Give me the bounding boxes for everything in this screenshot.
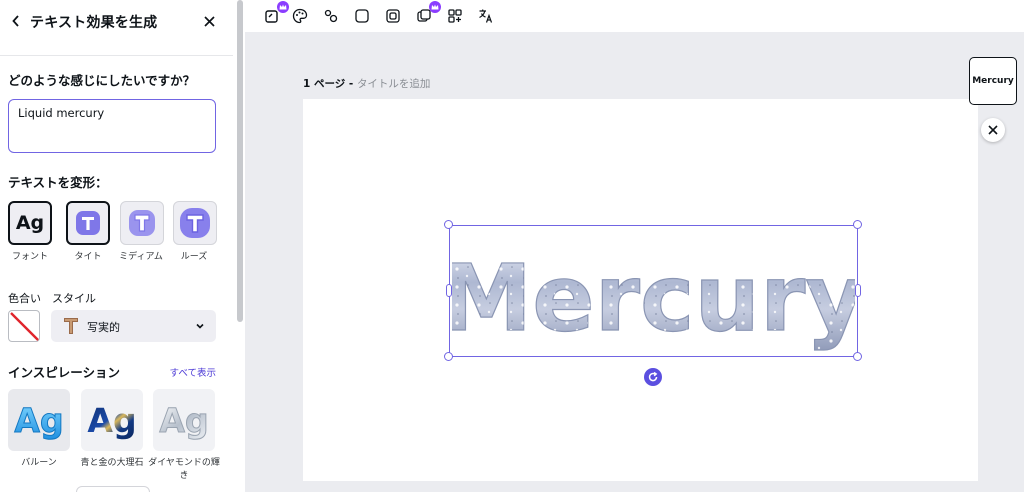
- scroll-thumb[interactable]: [237, 0, 243, 322]
- transform-glyph: Ag: [15, 212, 45, 234]
- inspiration-label-marble: 青と金の大理石: [80, 458, 144, 468]
- diamond-preview: Ag: [159, 401, 209, 441]
- editor-toolbar: [245, 0, 1024, 32]
- premium-crown-icon: [429, 1, 441, 13]
- color-palette-button[interactable]: [289, 5, 311, 27]
- inspiration-balloon[interactable]: Ag: [8, 389, 70, 451]
- tight-t-icon: [76, 211, 100, 235]
- grid-icon: [448, 9, 462, 23]
- shape-button[interactable]: [351, 5, 373, 27]
- text-effect-thumbnail[interactable]: Mercury: [969, 57, 1017, 105]
- text-effects-panel: テキスト効果を生成 どのような感じにしたいですか？ Liquid mercury…: [0, 0, 233, 492]
- prompt-question: どのような感じにしたいですか？: [8, 73, 196, 88]
- page-separator: -: [345, 78, 357, 90]
- diamond-glyph: Ag: [159, 401, 208, 440]
- transform-option-medium[interactable]: [120, 201, 164, 245]
- see-all-link[interactable]: すべて表示: [170, 365, 216, 379]
- inspiration-diamond-sparkle[interactable]: Ag: [153, 389, 215, 451]
- inspiration-label-balloon: バルーン: [21, 458, 57, 468]
- close-panel-button[interactable]: [199, 11, 219, 31]
- divider: [0, 55, 233, 56]
- magic-edit-button[interactable]: [261, 1, 289, 27]
- effects-button[interactable]: [320, 5, 342, 27]
- layers-button[interactable]: [413, 1, 441, 27]
- transform-label-medium: ミディアム: [119, 252, 163, 262]
- transform-label-tight: タイト: [74, 252, 102, 262]
- frame-icon: [386, 9, 400, 23]
- transform-label: テキストを変形：: [8, 175, 108, 190]
- resize-handle-left[interactable]: [446, 284, 452, 297]
- arrange-button[interactable]: [444, 5, 466, 27]
- style-label: スタイル: [52, 292, 96, 305]
- frame-button[interactable]: [382, 5, 404, 27]
- page-title-input[interactable]: タイトルを追加: [357, 78, 431, 90]
- medium-t-icon: [129, 210, 155, 236]
- rotate-icon: [648, 371, 658, 382]
- transform-option-font[interactable]: Ag: [8, 201, 52, 245]
- page-label: 1 ページ - タイトルを追加: [303, 76, 430, 91]
- premium-crown-icon: [277, 1, 289, 13]
- page-number: 1 ページ: [303, 78, 346, 90]
- translate-button[interactable]: [475, 5, 497, 27]
- style-dropdown[interactable]: 写実的: [51, 310, 216, 342]
- resize-handle-bottom-left[interactable]: [444, 352, 453, 361]
- close-preview-button[interactable]: [981, 118, 1005, 142]
- balloon-preview: Ag: [14, 401, 64, 441]
- color-label: 色合い: [8, 292, 41, 305]
- close-icon: [203, 15, 215, 27]
- no-color-icon: [10, 312, 39, 341]
- inspiration-label: インスピレーション: [8, 365, 121, 380]
- chevron-down-icon: [196, 323, 204, 329]
- transform-option-tight[interactable]: [66, 201, 110, 245]
- color-swatch-none[interactable]: [8, 310, 40, 342]
- panel-title: テキスト効果を生成: [30, 15, 158, 31]
- transform-label-font: フォント: [11, 252, 48, 262]
- resize-handle-bottom-right[interactable]: [853, 352, 862, 361]
- resize-handle-right[interactable]: [855, 284, 861, 297]
- inspiration-blue-gold-marble[interactable]: Ag: [81, 389, 143, 451]
- realistic-t-icon: [64, 318, 78, 334]
- loose-t-icon: [180, 208, 210, 238]
- more-button[interactable]: [76, 486, 150, 492]
- resize-handle-top-right[interactable]: [853, 220, 862, 229]
- selection-box[interactable]: [449, 225, 858, 357]
- transform-option-loose[interactable]: [173, 201, 217, 245]
- panel-scrollbar[interactable]: [236, 0, 244, 492]
- resize-handle-top-left[interactable]: [444, 220, 453, 229]
- back-button[interactable]: [8, 10, 24, 32]
- transform-label-loose: ルーズ: [180, 252, 208, 262]
- translate-icon: [479, 9, 493, 23]
- close-icon: [988, 125, 998, 135]
- panel-header: テキスト効果を生成: [0, 0, 233, 42]
- palette-icon: [292, 8, 308, 24]
- effects-icon: [324, 9, 338, 23]
- square-icon: [355, 9, 369, 23]
- balloon-glyph: Ag: [14, 401, 63, 440]
- marble-glyph: Ag: [87, 401, 136, 440]
- chevron-left-icon: [12, 15, 19, 27]
- marble-preview: Ag: [87, 401, 136, 440]
- thumbnail-text: Mercury: [972, 76, 1014, 86]
- rotate-button[interactable]: [644, 368, 662, 386]
- inspiration-label-diamond: ダイヤモンドの輝き: [148, 458, 220, 481]
- style-value: 写実的: [87, 321, 120, 334]
- prompt-textarea[interactable]: Liquid mercury: [8, 99, 216, 153]
